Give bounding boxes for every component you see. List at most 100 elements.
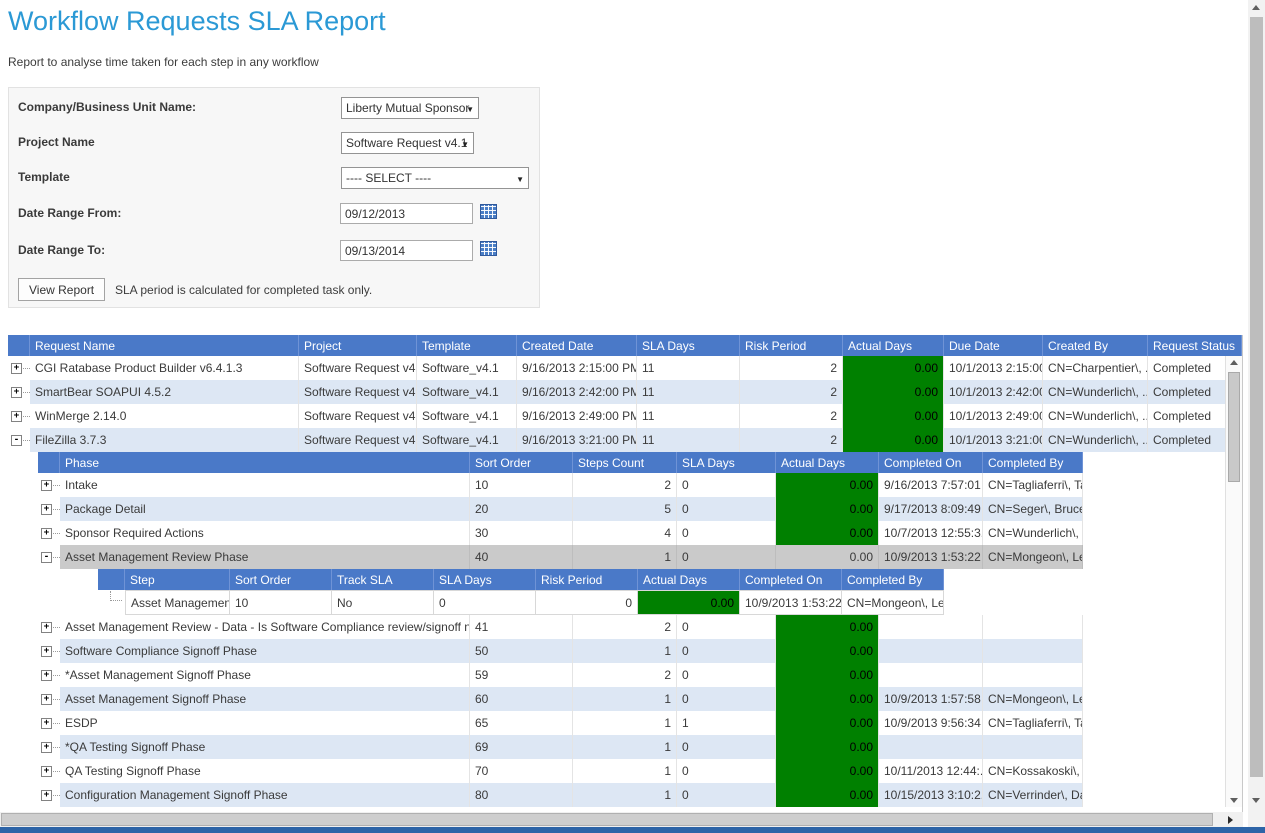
- cell-sla-days: 11: [637, 404, 740, 428]
- scroll-down-icon[interactable]: [1230, 798, 1238, 803]
- cell-actual-days: 0.00: [776, 473, 879, 497]
- cell-request-name: SmartBear SOAPUI 4.5.2: [30, 380, 299, 404]
- expand-toggle-icon[interactable]: +: [41, 790, 52, 801]
- expand-cell: +: [8, 404, 30, 428]
- cell-phase: *Asset Management Signoff Phase: [60, 663, 470, 687]
- phase-row[interactable]: + *Asset Management Signoff Phase 59 2 0…: [38, 663, 1083, 687]
- scrollbar-thumb[interactable]: [1, 813, 1213, 826]
- cell-completed-by: CN=Wunderlich\, ...: [983, 521, 1083, 545]
- cell-created-date: 9/16/2013 2:42:00 PM: [517, 380, 637, 404]
- col-phase: Phase: [60, 452, 470, 473]
- cell-completed-by: CN=Kossakoski\, I...: [983, 759, 1083, 783]
- tree-branch-cell: [98, 590, 125, 615]
- cell-completed-by: CN=Seger\, Bruce,...: [983, 497, 1083, 521]
- chevron-down-icon: ▼: [466, 105, 474, 114]
- cell-completed-on: 10/9/2013 9:56:34 ...: [879, 711, 983, 735]
- scroll-down-icon[interactable]: [1252, 798, 1260, 803]
- scroll-right-icon[interactable]: [1228, 816, 1233, 824]
- cell-completed-by: [983, 663, 1083, 687]
- cell-completed-by: CN=Tagliaferri\, Ta...: [983, 711, 1083, 735]
- phase-row[interactable]: + *QA Testing Signoff Phase 69 1 0 0.00: [38, 735, 1083, 759]
- window-vertical-scrollbar[interactable]: [1248, 0, 1265, 827]
- col-step: Step: [125, 569, 230, 590]
- col-actual-days: Actual Days: [776, 452, 879, 473]
- cell-completed-by: CN=Mongeon\, Le...: [983, 545, 1083, 569]
- calendar-icon[interactable]: [480, 241, 497, 256]
- company-label: Company/Business Unit Name:: [18, 100, 196, 114]
- cell-due-date: 10/1/2013 2:42:00 ...: [944, 380, 1043, 404]
- expand-toggle-icon[interactable]: -: [11, 435, 22, 446]
- filter-panel: Company/Business Unit Name: Liberty Mutu…: [8, 87, 540, 308]
- phase-row[interactable]: + Asset Management Review - Data - Is So…: [38, 615, 1083, 639]
- expand-toggle-icon[interactable]: +: [41, 646, 52, 657]
- phase-row[interactable]: + Sponsor Required Actions 30 4 0 0.00 1…: [38, 521, 1083, 545]
- expand-toggle-icon[interactable]: +: [41, 670, 52, 681]
- tree-dots: [53, 556, 60, 558]
- request-row[interactable]: + CGI Ratabase Product Builder v6.4.1.3 …: [8, 356, 1242, 380]
- cell-completed-by: CN=Mongeon\, Le...: [842, 590, 944, 615]
- report-vertical-scrollbar[interactable]: [1225, 356, 1242, 807]
- expand-toggle-icon[interactable]: +: [41, 528, 52, 539]
- cell-sort-order: 60: [470, 687, 573, 711]
- calendar-icon[interactable]: [480, 204, 497, 219]
- expand-toggle-icon[interactable]: +: [41, 504, 52, 515]
- phase-row[interactable]: + Package Detail 20 5 0 0.00 9/17/2013 8…: [38, 497, 1083, 521]
- cell-sort-order: 50: [470, 639, 573, 663]
- cell-phase: Asset Management Review Phase: [60, 545, 470, 569]
- cell-sort-order: 41: [470, 615, 573, 639]
- phase-row[interactable]: + Software Compliance Signoff Phase 50 1…: [38, 639, 1083, 663]
- cell-actual-days: 0.00: [843, 404, 944, 428]
- project-select[interactable]: Software Request v4.1 ▼: [341, 132, 474, 154]
- expand-toggle-icon[interactable]: +: [41, 622, 52, 633]
- expand-toggle-icon[interactable]: +: [41, 766, 52, 777]
- template-select[interactable]: ---- SELECT ---- ▼: [341, 167, 529, 189]
- page-title: Workflow Requests SLA Report: [8, 6, 386, 37]
- collapse-toggle-icon[interactable]: -: [41, 552, 52, 563]
- cell-steps-count: 1: [573, 545, 677, 569]
- step-row[interactable]: Asset Managemen... 10 No 0 0 0.00 10/9/2…: [98, 590, 944, 615]
- expand-toggle-icon[interactable]: +: [41, 742, 52, 753]
- expand-toggle-icon[interactable]: +: [11, 363, 22, 374]
- report-horizontal-scrollbar[interactable]: [0, 812, 1243, 827]
- request-row[interactable]: - FileZilla 3.7.3 Software Request v4.1 …: [8, 428, 1242, 452]
- tree-dots: [53, 722, 60, 724]
- cell-sort-order: 10: [230, 590, 332, 615]
- phase-row[interactable]: + QA Testing Signoff Phase 70 1 0 0.00 1…: [38, 759, 1083, 783]
- cell-sla-days: 0: [677, 545, 776, 569]
- cell-completed-on: 10/9/2013 1:57:58 ...: [879, 687, 983, 711]
- scroll-up-icon[interactable]: [1252, 5, 1260, 10]
- scrollbar-thumb[interactable]: [1228, 372, 1240, 482]
- expand-toggle-icon[interactable]: +: [41, 480, 52, 491]
- scrollbar-thumb[interactable]: [1250, 17, 1263, 777]
- phase-row[interactable]: + ESDP 65 1 1 0.00 10/9/2013 9:56:34 ...…: [38, 711, 1083, 735]
- company-select[interactable]: Liberty Mutual Sponsor ▼: [341, 97, 479, 119]
- request-row[interactable]: + WinMerge 2.14.0 Software Request v4.1 …: [8, 404, 1242, 428]
- phase-row-selected[interactable]: - Asset Management Review Phase 40 1 0 0…: [38, 545, 1083, 569]
- cell-created-by: CN=Charpentier\, ...: [1043, 356, 1148, 380]
- cell-phase: *QA Testing Signoff Phase: [60, 735, 470, 759]
- cell-due-date: 10/1/2013 2:15:00 ...: [944, 356, 1043, 380]
- cell-steps-count: 2: [573, 663, 677, 687]
- expand-toggle-icon[interactable]: +: [11, 387, 22, 398]
- expand-toggle-icon[interactable]: +: [41, 694, 52, 705]
- expand-cell: +: [38, 663, 60, 687]
- phase-row[interactable]: + Asset Management Signoff Phase 60 1 0 …: [38, 687, 1083, 711]
- date-to-input[interactable]: [340, 240, 473, 261]
- expand-toggle-icon[interactable]: +: [41, 718, 52, 729]
- expand-toggle-icon[interactable]: +: [11, 411, 22, 422]
- col-completed-by: Completed By: [842, 569, 944, 590]
- cell-sla-days: 11: [637, 380, 740, 404]
- cell-request-name: CGI Ratabase Product Builder v6.4.1.3: [30, 356, 299, 380]
- cell-phase: Software Compliance Signoff Phase: [60, 639, 470, 663]
- phase-row[interactable]: + Intake 10 2 0 0.00 9/16/2013 7:57:01 .…: [38, 473, 1083, 497]
- cell-sort-order: 70: [470, 759, 573, 783]
- cell-steps-count: 2: [573, 473, 677, 497]
- request-row[interactable]: + SmartBear SOAPUI 4.5.2 Software Reques…: [8, 380, 1242, 404]
- report-area: Request Name Project Template Created Da…: [8, 335, 1243, 812]
- phase-row[interactable]: + Configuration Management Signoff Phase…: [38, 783, 1083, 807]
- scroll-up-icon[interactable]: [1230, 360, 1238, 365]
- cell-created-by: CN=Wunderlich\, ...: [1043, 428, 1148, 452]
- cell-project: Software Request v4.1: [299, 428, 417, 452]
- date-from-input[interactable]: [340, 203, 473, 224]
- view-report-button[interactable]: View Report: [18, 278, 105, 301]
